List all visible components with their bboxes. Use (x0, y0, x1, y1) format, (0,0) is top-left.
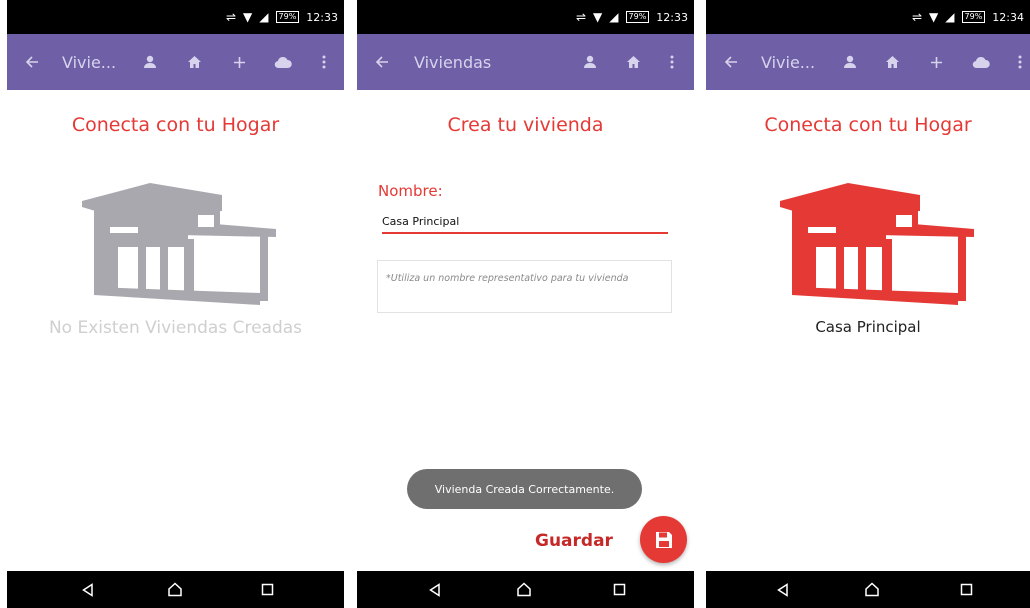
status-bar: ⇌ ▼ ◢ 79% 12:34 (706, 0, 1030, 34)
status-bar: ⇌ ▼ ◢ 79% 12:33 (7, 0, 344, 34)
home-circle-icon[interactable] (155, 571, 195, 608)
name-input[interactable] (382, 210, 668, 234)
clock: 12:33 (656, 10, 688, 24)
page-title: Conecta con tu Hogar (71, 114, 280, 136)
clock: 12:34 (992, 10, 1024, 24)
wifi-icon: ▼ (929, 10, 939, 24)
hint-box: *Utiliza un nombre representativo para t… (377, 260, 672, 313)
more-vert-icon[interactable] (662, 34, 682, 90)
home-icon[interactable] (621, 34, 645, 90)
app-bar-title: Vivie... (62, 52, 117, 72)
more-vert-icon[interactable] (314, 34, 334, 90)
vibrate-icon: ⇌ (911, 10, 923, 24)
screen-house-created: ⇌ ▼ ◢ 79% 12:34 Vivie... Conecta con tu … (706, 0, 1030, 608)
back-arrow-icon[interactable] (17, 34, 47, 90)
screen-create-house: ⇌ ▼ ◢ 79% 12:33 Viviendas Crea tu vivien… (357, 0, 694, 608)
home-circle-icon[interactable] (852, 571, 892, 608)
person-icon[interactable] (138, 34, 162, 90)
save-button[interactable] (640, 516, 687, 563)
save-label[interactable]: Guardar (535, 531, 613, 551)
cloud-icon[interactable] (968, 34, 994, 90)
battery-indicator: 79% (625, 11, 650, 23)
app-bar: Vivie... (706, 34, 1030, 90)
floppy-disk-icon (655, 531, 672, 548)
wifi-icon: ▼ (593, 10, 603, 24)
signal-icon: ◢ (945, 10, 955, 24)
app-bar-title: Viviendas (414, 52, 492, 72)
clock: 12:33 (306, 10, 338, 24)
status-bar: ⇌ ▼ ◢ 79% 12:33 (357, 0, 694, 34)
vibrate-icon: ⇌ (225, 10, 237, 24)
recents-square-icon[interactable] (247, 571, 287, 608)
signal-icon: ◢ (609, 10, 619, 24)
person-icon[interactable] (578, 34, 602, 90)
app-bar-title: Vivie... (761, 52, 816, 72)
add-icon[interactable] (227, 34, 251, 90)
back-arrow-icon[interactable] (716, 34, 746, 90)
signal-icon: ◢ (259, 10, 269, 24)
more-vert-icon[interactable] (1012, 34, 1028, 90)
vibrate-icon: ⇌ (575, 10, 587, 24)
app-bar: Vivie... (7, 34, 344, 90)
battery-indicator: 79% (961, 11, 986, 23)
wifi-icon: ▼ (243, 10, 253, 24)
recents-square-icon[interactable] (946, 571, 986, 608)
nav-bar (7, 571, 344, 608)
house-icon[interactable] (778, 183, 974, 308)
page-title: Crea tu vivienda (447, 114, 604, 136)
back-arrow-icon[interactable] (367, 34, 397, 90)
home-icon[interactable] (182, 34, 206, 90)
add-icon[interactable] (924, 34, 948, 90)
back-triangle-icon[interactable] (68, 571, 108, 608)
nav-bar (357, 571, 694, 608)
cloud-icon[interactable] (270, 34, 296, 90)
name-field-label: Nombre: (378, 182, 443, 200)
home-circle-icon[interactable] (504, 571, 544, 608)
screen-empty-state: ⇌ ▼ ◢ 79% 12:33 Vivie... Conecta con tu … (7, 0, 344, 608)
nav-bar (706, 571, 1030, 608)
house-placeholder-icon (82, 183, 276, 305)
empty-state-text: No Existen Viviendas Creadas (48, 318, 303, 338)
page-title: Conecta con tu Hogar (764, 114, 972, 136)
person-icon[interactable] (838, 34, 862, 90)
home-icon[interactable] (880, 34, 904, 90)
battery-indicator: 79% (275, 11, 300, 23)
back-triangle-icon[interactable] (763, 571, 803, 608)
app-bar: Viviendas (357, 34, 694, 90)
recents-square-icon[interactable] (599, 571, 639, 608)
house-name: Casa Principal (815, 318, 921, 336)
toast-message: Vivienda Creada Correctamente. (407, 469, 642, 509)
back-triangle-icon[interactable] (415, 571, 455, 608)
